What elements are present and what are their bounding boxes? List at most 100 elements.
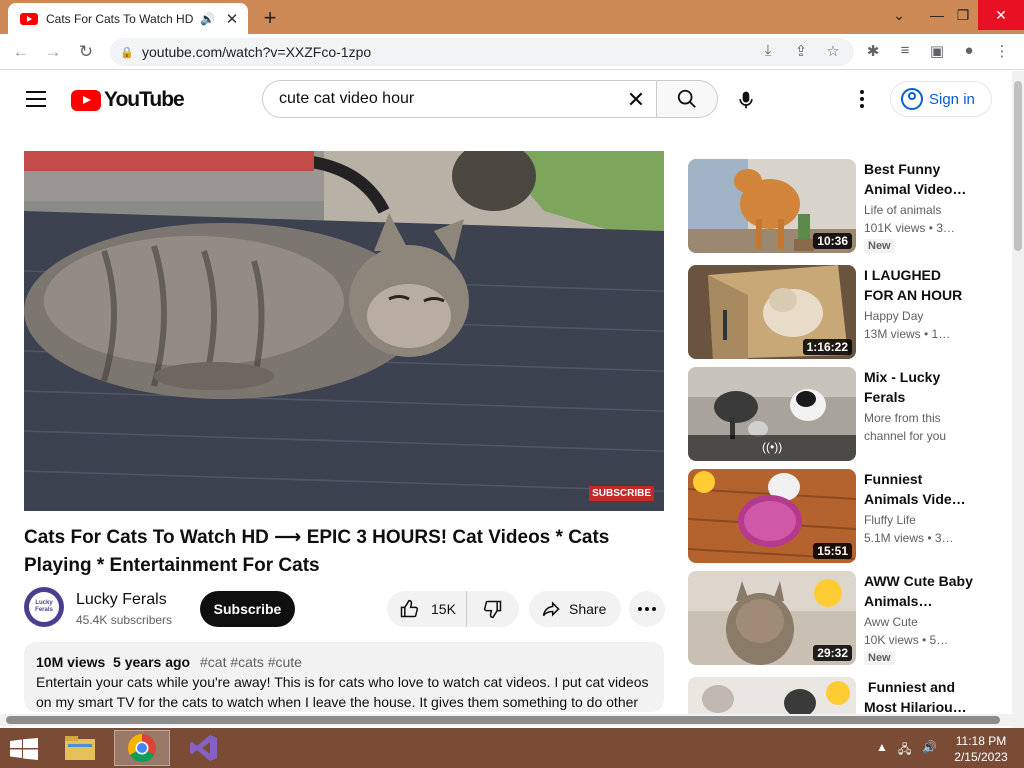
recommended-mix[interactable]: ((•)) Mix - Lucky Ferals More from this … bbox=[688, 367, 1008, 461]
avatar-logo-text: Lucky Ferals bbox=[29, 592, 59, 622]
bookmark-star-icon[interactable]: ☆ bbox=[823, 42, 843, 60]
lock-icon: 🔒 bbox=[120, 46, 134, 59]
youtube-favicon-icon bbox=[20, 12, 38, 25]
subscribe-watermark[interactable]: SUBSCRIBE bbox=[589, 486, 654, 501]
recommended-video[interactable]: 15:51 Funniest Animals Vide… Fluffy Life… bbox=[688, 469, 1008, 563]
video-stats: 10K views • 5… bbox=[864, 633, 949, 647]
visual-studio-icon bbox=[190, 735, 217, 761]
video-stats: 5.1M views • 3… bbox=[864, 531, 954, 545]
window-close-button[interactable]: ✕ bbox=[978, 0, 1024, 30]
media-controls-icon[interactable]: ≡ bbox=[895, 42, 915, 59]
thumbs-up-icon bbox=[400, 599, 419, 618]
recommended-video[interactable]: 1:16:22 I LAUGHED FOR AN HOUR😹… Happy Da… bbox=[688, 265, 1008, 359]
audio-playing-icon[interactable]: 🔊 bbox=[200, 12, 215, 26]
new-badge: New bbox=[864, 239, 895, 253]
profile-icon[interactable]: ● bbox=[959, 42, 979, 59]
search-input[interactable]: cute cat video hour ✕ bbox=[262, 80, 656, 118]
account-circle-icon bbox=[901, 88, 923, 110]
vertical-scrollbar[interactable] bbox=[1012, 71, 1024, 728]
sign-in-label: Sign in bbox=[929, 90, 975, 108]
hamburger-menu-icon[interactable] bbox=[26, 91, 46, 107]
more-actions-icon[interactable] bbox=[629, 591, 665, 627]
system-clock[interactable]: 11:18 PM 2/15/2023 bbox=[948, 733, 1014, 765]
video-thumbnail[interactable]: 15:51 bbox=[688, 469, 856, 563]
side-panel-icon[interactable]: ▣ bbox=[927, 42, 947, 60]
video-thumbnail[interactable]: 1:16:22 bbox=[688, 265, 856, 359]
search-button[interactable] bbox=[656, 80, 718, 118]
sign-in-button[interactable]: Sign in bbox=[890, 81, 992, 117]
browser-menu-icon[interactable]: ⋮ bbox=[992, 42, 1012, 60]
dislike-button[interactable] bbox=[467, 591, 519, 627]
taskbar-chrome[interactable] bbox=[114, 730, 170, 766]
video-duration: 1:16:22 bbox=[802, 339, 852, 355]
recommended-video[interactable]: 29:32 AWW Cute Baby Animals… Aww Cute 10… bbox=[688, 571, 1008, 665]
windows-taskbar: ▲ 🖧 🔊 11:18 PM 2/15/2023 bbox=[0, 728, 1024, 768]
clear-search-icon[interactable]: ✕ bbox=[624, 87, 648, 113]
like-count: 15K bbox=[431, 601, 456, 617]
install-icon[interactable]: ⤓ bbox=[758, 42, 778, 59]
view-count: 10M views bbox=[36, 654, 106, 670]
description-box[interactable]: 10M views 5 years ago #cat #cats #cute E… bbox=[24, 642, 664, 712]
browser-toolbar: ← → ↻ 🔒 youtube.com/watch?v=XXZFco-1zpo … bbox=[0, 34, 1024, 70]
mix-subtitle: More from this bbox=[864, 411, 941, 425]
taskbar-file-explorer[interactable] bbox=[52, 730, 108, 766]
tab-search-icon[interactable]: ⌄ bbox=[882, 0, 916, 30]
video-title[interactable]: 󠁿 Funniest and Most Hilariou… bbox=[864, 677, 974, 714]
horizontal-scrollbar[interactable] bbox=[0, 714, 1012, 726]
chrome-icon bbox=[128, 734, 156, 762]
search-query-text: cute cat video hour bbox=[279, 90, 415, 107]
video-title[interactable]: Mix - Lucky Ferals bbox=[864, 367, 974, 407]
network-icon[interactable]: 🖧 bbox=[898, 740, 911, 761]
forward-arrow-icon[interactable]: → bbox=[42, 41, 64, 63]
video-thumbnail[interactable]: 29:32 bbox=[688, 571, 856, 665]
tab-close-icon[interactable]: ✕ bbox=[224, 10, 240, 28]
channel-name[interactable]: Aww Cute bbox=[864, 615, 974, 629]
taskbar-visual-studio[interactable] bbox=[176, 730, 232, 766]
recommended-video[interactable]: 10:36 Best Funny Animal Video… Life of a… bbox=[688, 159, 1008, 253]
like-button[interactable]: 15K bbox=[387, 591, 467, 627]
share-button[interactable]: Share bbox=[529, 591, 621, 627]
video-thumbnail[interactable]: 10:36 bbox=[688, 159, 856, 253]
reload-icon[interactable]: ↻ bbox=[75, 41, 97, 63]
share-page-icon[interactable]: ⇪ bbox=[791, 42, 811, 60]
back-arrow-icon[interactable]: ← bbox=[10, 41, 32, 63]
video-title[interactable]: I LAUGHED FOR AN HOUR😹… bbox=[864, 265, 974, 305]
horizontal-scroll-thumb[interactable] bbox=[6, 716, 1000, 724]
browser-tab-strip: Cats For Cats To Watch HD ~ 🔊 ✕ + ⌄ — ❐ … bbox=[0, 0, 1024, 34]
mix-thumbnail[interactable]: ((•)) bbox=[688, 367, 856, 461]
address-bar[interactable]: 🔒 youtube.com/watch?v=XXZFco-1zpo bbox=[110, 38, 854, 66]
browser-tab-active[interactable]: Cats For Cats To Watch HD ~ 🔊 ✕ bbox=[8, 3, 248, 34]
youtube-play-logo-icon bbox=[71, 89, 101, 111]
subscribe-button[interactable]: Subscribe bbox=[200, 591, 295, 627]
video-thumbnail[interactable] bbox=[688, 677, 856, 714]
channel-avatar[interactable]: Lucky Ferals bbox=[24, 587, 64, 627]
settings-kebab-icon[interactable] bbox=[852, 89, 872, 109]
video-title: Cats For Cats To Watch HD ⟶ EPIC 3 HOURS… bbox=[24, 527, 610, 576]
channel-name[interactable]: Lucky Ferals bbox=[76, 591, 167, 609]
video-title[interactable]: Best Funny Animal Video… bbox=[864, 159, 974, 199]
new-tab-button[interactable]: + bbox=[258, 5, 282, 31]
video-duration: 10:36 bbox=[813, 233, 852, 249]
volume-icon[interactable]: 🔊 bbox=[922, 740, 937, 754]
recommended-video[interactable]: 󠁿 Funniest and Most Hilariou… bbox=[688, 677, 1008, 714]
vertical-scroll-thumb[interactable] bbox=[1014, 81, 1022, 251]
channel-name[interactable]: Life of animals bbox=[864, 203, 974, 217]
restore-button[interactable]: ❐ bbox=[946, 0, 980, 30]
extensions-icon[interactable]: ✱ bbox=[863, 42, 883, 60]
windows-start-icon[interactable] bbox=[10, 738, 38, 760]
hashtags[interactable]: #cat #cats #cute bbox=[200, 654, 302, 670]
video-title[interactable]: Funniest Animals Vide… bbox=[864, 469, 974, 509]
video-duration: 15:51 bbox=[813, 543, 852, 559]
subscriber-count: 45.4K subscribers bbox=[76, 613, 173, 627]
show-hidden-icons-icon[interactable]: ▲ bbox=[876, 740, 888, 754]
channel-name[interactable]: Happy Day bbox=[864, 309, 974, 323]
video-stats: 13M views • 1… bbox=[864, 327, 951, 341]
channel-name[interactable]: Fluffy Life bbox=[864, 513, 974, 527]
video-frame-cat-image bbox=[24, 151, 664, 511]
description-meta: 10M views 5 years ago #cat #cats #cute bbox=[36, 654, 652, 670]
youtube-logo[interactable]: YouTube bbox=[71, 88, 185, 112]
video-player[interactable]: SUBSCRIBE bbox=[24, 151, 664, 511]
video-title[interactable]: AWW Cute Baby Animals… bbox=[864, 571, 974, 611]
microphone-icon[interactable] bbox=[736, 89, 756, 111]
thumbnail-funny-cats-image bbox=[688, 677, 856, 714]
